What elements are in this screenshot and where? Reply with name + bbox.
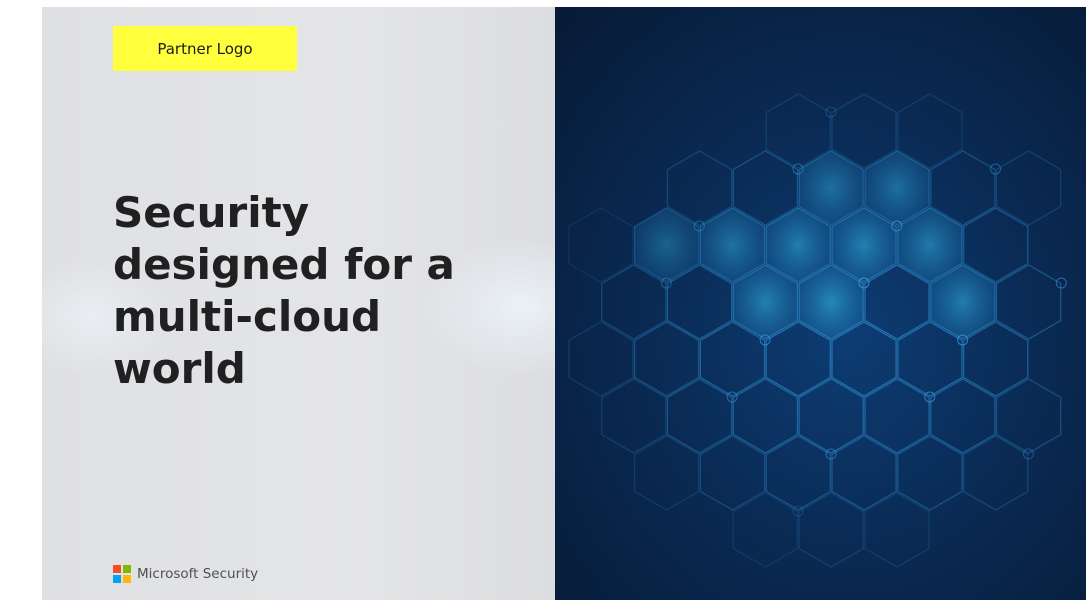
slide-title-line: multi-cloud: [113, 292, 382, 341]
network-node: [924, 391, 936, 403]
slide-title: Security designed for a multi-cloud worl…: [113, 187, 533, 395]
network-node: [1022, 448, 1034, 460]
slide-title-line: designed for a: [113, 240, 455, 289]
presentation-slide: Partner Logo Security designed for a mul…: [42, 7, 1086, 600]
slide-title-line: Security: [113, 188, 310, 237]
hero-image: [555, 7, 1086, 600]
network-node: [825, 106, 837, 118]
microsoft-logo-icon: [113, 565, 131, 583]
partner-logo-label: Partner Logo: [157, 39, 253, 58]
microsoft-security-brand: Microsoft Security: [113, 565, 258, 583]
network-node: [1055, 277, 1067, 289]
title-panel: Partner Logo Security designed for a mul…: [42, 7, 555, 600]
partner-logo-placeholder[interactable]: Partner Logo: [113, 26, 297, 71]
slide-title-line: world: [113, 344, 246, 393]
logo-square-red: [113, 565, 121, 573]
brand-text: Microsoft Security: [137, 566, 259, 582]
logo-square-blue: [113, 575, 121, 583]
logo-square-yellow: [123, 575, 131, 583]
hexagon-network-pattern-icon: [568, 93, 1067, 568]
network-node: [825, 448, 837, 460]
logo-square-green: [123, 565, 131, 573]
